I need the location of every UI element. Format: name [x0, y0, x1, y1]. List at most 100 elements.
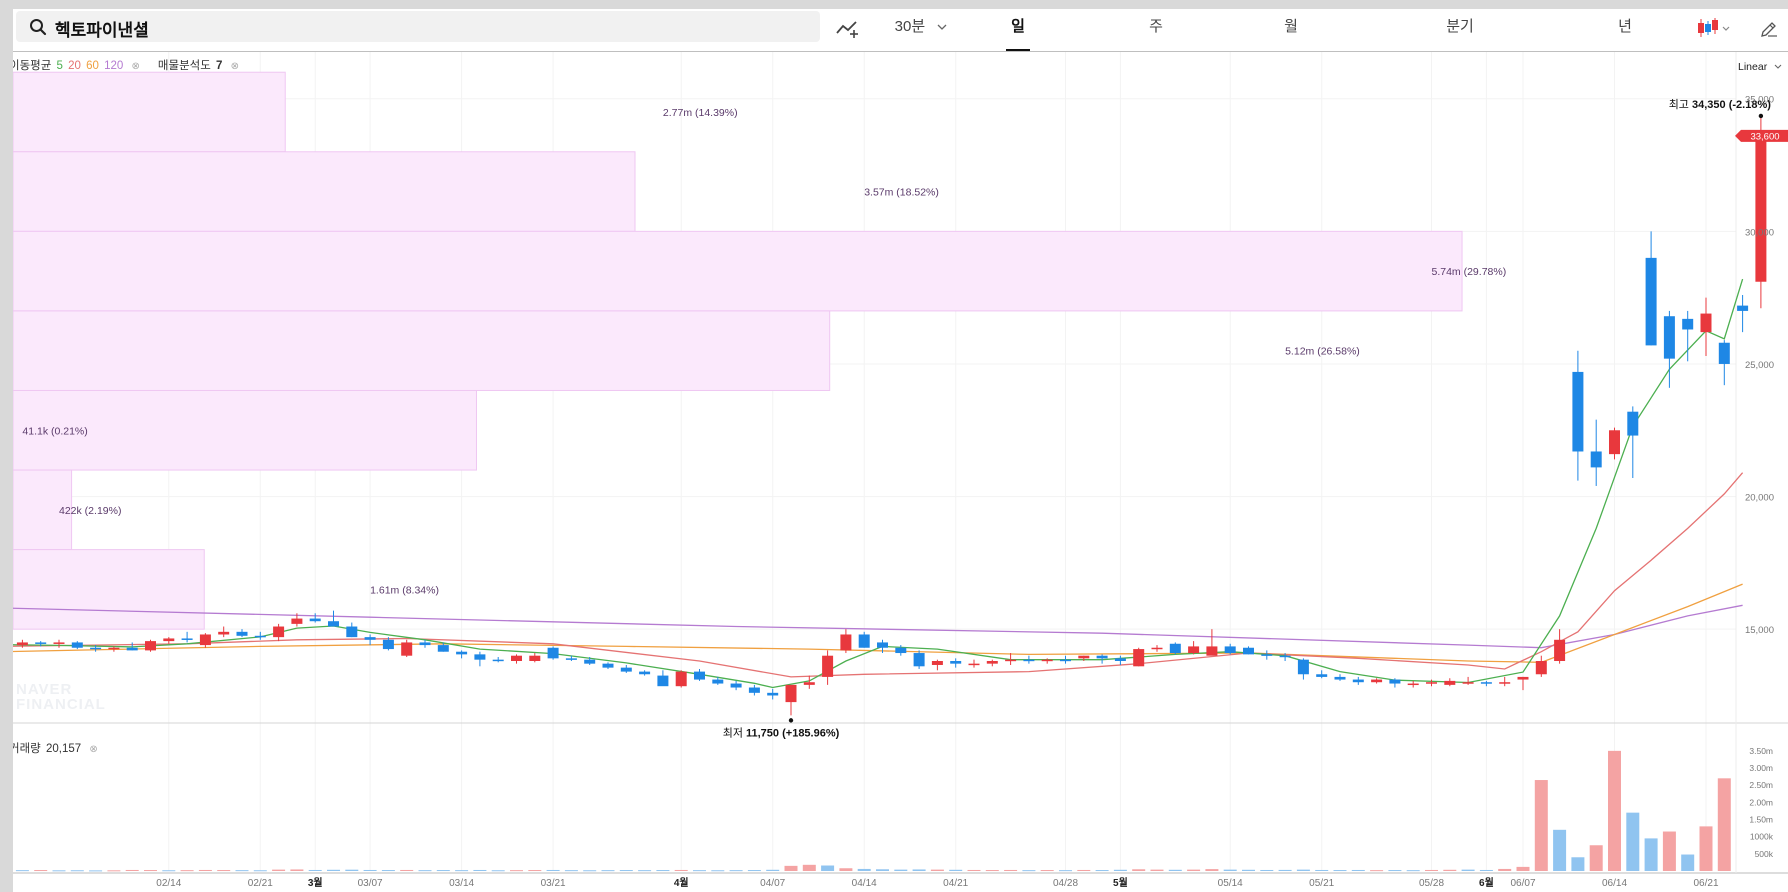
candle-body [950, 661, 962, 664]
pencil-icon[interactable] [1759, 18, 1779, 38]
tab-week[interactable]: 주 [1136, 15, 1176, 51]
vp-label: 매물분석도 [157, 60, 211, 72]
volume-bar [1187, 869, 1201, 871]
candle-body [1169, 643, 1181, 654]
volume-bar [52, 870, 66, 872]
volume-bar [967, 869, 981, 871]
candle-body [1663, 316, 1675, 359]
y-tick-label: 20,000 [1745, 493, 1774, 504]
chart-type-candle-icon[interactable] [1695, 16, 1735, 40]
candle-body [1462, 682, 1474, 684]
volume-bar [619, 870, 633, 872]
volume-profile-bar [13, 549, 205, 630]
candle-body [1682, 318, 1694, 330]
drawing-tool-icon[interactable] [835, 17, 861, 39]
candle-body [1407, 683, 1419, 686]
volume-bar [583, 870, 597, 872]
volume-bar [747, 870, 761, 872]
volume-value: 20,157 [45, 743, 82, 755]
volume-bar [107, 870, 121, 872]
volume-bar [1223, 869, 1237, 871]
candle-body [1334, 676, 1346, 680]
volume-bar [436, 870, 450, 872]
volume-bar [198, 869, 212, 871]
candle-body [913, 653, 925, 667]
volume-bar [272, 869, 286, 871]
candle-body [1499, 682, 1511, 684]
candle-body [1609, 430, 1620, 455]
volume-bar [1077, 869, 1091, 871]
candle-body [108, 647, 120, 650]
volume-bar [34, 870, 48, 872]
candle-body [1133, 649, 1145, 667]
candle-body [602, 663, 614, 668]
x-tick-label: 06/07 [1510, 878, 1535, 889]
volume-bar [327, 869, 340, 871]
volume-bar [180, 870, 194, 872]
candle-body [767, 692, 779, 696]
volume-bar [217, 870, 231, 872]
volume-bar [821, 865, 835, 871]
candle-body [382, 639, 394, 650]
top-toolbar: 헥토파이낸셜 30분 일 주 월 분기 년 [13, 9, 1788, 52]
candle-body [1261, 654, 1273, 656]
volume-bar [1132, 869, 1146, 871]
close-vp-icon[interactable]: ⊗ [231, 61, 239, 72]
candle-body [273, 626, 285, 638]
volume-bar [253, 870, 267, 872]
x-tick-label: 04/21 [943, 878, 968, 889]
volume-bar [1370, 870, 1384, 872]
candle-body [492, 659, 504, 662]
candle-body [254, 635, 266, 638]
chart-canvas[interactable]: 2.77m (14.39%) 3.57m (18.52%) 5.74m (29.78… [13, 9, 1788, 892]
volume-tick-label: 2.50m [1749, 780, 1773, 790]
tab-day[interactable]: 일 [998, 15, 1038, 51]
candle-body [694, 671, 705, 680]
ma60-line [13, 583, 1743, 663]
candle-body [1389, 679, 1401, 684]
tab-quarter[interactable]: 분기 [1430, 15, 1490, 51]
volume-profile-bar [13, 310, 831, 391]
candle-body [401, 642, 413, 656]
volume-bar [528, 870, 542, 872]
candle-body [71, 642, 83, 648]
y-tick-label: 35,000 [1745, 95, 1774, 106]
y-tick-label: 30,000 [1745, 227, 1774, 238]
volume-bar [1113, 869, 1127, 871]
volume-bar [1699, 826, 1713, 871]
volume-bar [235, 870, 249, 872]
volume-bar [1168, 869, 1182, 871]
ma60-label: 60 [86, 60, 99, 72]
volume-bar [1278, 869, 1292, 871]
high-marker [1758, 113, 1764, 119]
candle-body [1737, 305, 1749, 311]
candle-body [1224, 646, 1236, 654]
volume-bar [546, 869, 560, 871]
candle-body [419, 642, 431, 646]
close-volume-icon[interactable]: ⊗ [89, 744, 97, 755]
volume-bar [491, 870, 505, 872]
volume-profile: 2.77m (14.39%) 3.57m (18.52%) 5.74m (29.78… [13, 71, 1506, 630]
search-icon[interactable] [29, 18, 47, 36]
close-ma-icon[interactable]: ⊗ [132, 61, 140, 72]
interval-dropdown[interactable]: 30분 [891, 15, 951, 51]
candle-body [1041, 659, 1053, 662]
volume-legend: 거래량 20,157 ⊗ [13, 740, 100, 756]
volume-bar [1626, 812, 1640, 871]
x-tick-label: 05/21 [1309, 878, 1334, 889]
x-tick-label: 03/14 [449, 878, 474, 889]
scale-dropdown[interactable]: Linear [1738, 61, 1782, 73]
x-tick-label: 04/28 [1053, 878, 1078, 889]
candle-body [437, 645, 449, 652]
volume-bar [802, 864, 816, 871]
tab-month[interactable]: 월 [1271, 15, 1311, 51]
stock-search-box[interactable]: 헥토파이낸셜 [16, 11, 820, 42]
volume-bar [70, 870, 84, 872]
current-price-label: 33,600 [1750, 131, 1779, 142]
volume-bar [766, 869, 780, 871]
volume-bar [857, 868, 871, 871]
tab-year[interactable]: 년 [1605, 15, 1645, 51]
search-query-text[interactable]: 헥토파이낸셜 [55, 16, 149, 41]
candle-body [1572, 371, 1584, 452]
volume-bar [1022, 870, 1036, 872]
